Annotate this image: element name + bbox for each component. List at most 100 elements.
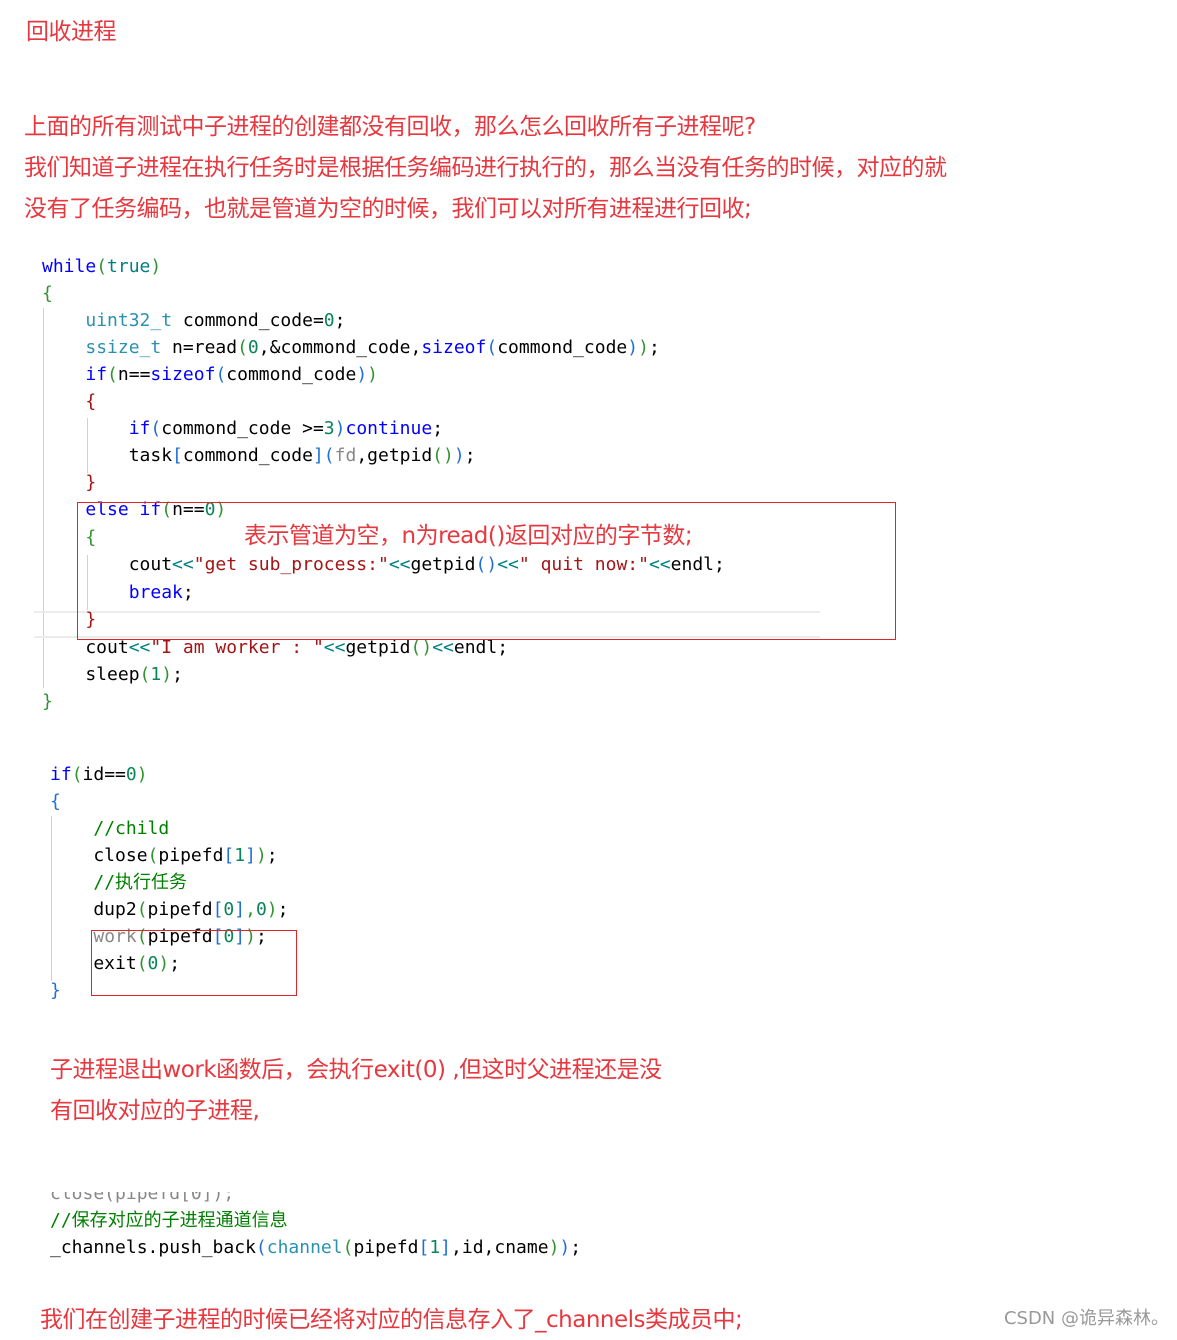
code-token: sizeof xyxy=(421,337,487,358)
code-token: ( xyxy=(147,845,159,866)
code-token: ) xyxy=(161,663,173,685)
code-line: ssize_t n=read(0,&commond_code,sizeof(co… xyxy=(42,334,725,361)
code-token: ) xyxy=(548,1237,560,1258)
code-token: if xyxy=(50,764,72,785)
code-token: ( xyxy=(237,337,248,358)
code-block-channels: close(pipefd[0]); //保存对应的子进程通道信息 _channels… xyxy=(50,1192,581,1261)
code-token: true xyxy=(107,256,151,277)
code-token: //执行任务 xyxy=(93,872,188,893)
code-token: 3 xyxy=(323,418,335,439)
code-token: 0 xyxy=(125,764,137,785)
highlight-box xyxy=(91,930,297,996)
code-token: continue xyxy=(345,418,433,439)
code-token: 1 xyxy=(429,1237,441,1258)
code-token: ] xyxy=(312,445,324,466)
code-token: { xyxy=(50,791,61,812)
code-token: ) xyxy=(356,364,368,385)
code-line: _channels.push_back(channel(pipefd[1],id… xyxy=(50,1234,581,1261)
code-token: uint32_t xyxy=(85,310,173,331)
code-line: sleep(1); xyxy=(42,661,725,688)
watermark: CSDN @诡异森林。 xyxy=(1003,1308,1169,1329)
code-token: { xyxy=(85,391,97,412)
code-token: ( xyxy=(136,899,148,920)
code-line: if(commond_code >=3)continue; xyxy=(42,415,725,442)
code-token: ) xyxy=(266,899,278,920)
code-token: ] xyxy=(245,845,256,866)
code-token: [ xyxy=(418,1237,430,1258)
code-token: if xyxy=(85,364,108,385)
code-token: ; xyxy=(570,1237,582,1258)
code-line: } xyxy=(42,688,725,715)
code-line: if(n==sizeof(commond_code)) xyxy=(42,361,725,388)
code-token: ( xyxy=(150,418,162,439)
code-line: { xyxy=(42,388,725,415)
code-token: ) xyxy=(136,764,148,785)
code-token: ,&commond_code, xyxy=(258,337,422,358)
code-token: _channels.push_back xyxy=(50,1237,256,1258)
code-token: } xyxy=(50,980,61,1001)
code-token: fd xyxy=(334,445,357,466)
code-token: //保存对应的子进程通道信息 xyxy=(50,1210,288,1231)
code-token: 0 xyxy=(247,337,259,358)
code-clip: close(pipefd[0]); //保存对应的子进程通道信息 _channels… xyxy=(0,1192,700,1282)
code-token: close xyxy=(50,845,148,866)
intro-line-2: 我们知道子进程在执行任务时是根据任务编码进行执行的，那么当没有任务的时候，对应的… xyxy=(24,155,947,181)
code-token: [ xyxy=(223,845,235,866)
code-token: ) xyxy=(334,418,346,439)
code-token: , xyxy=(245,899,256,920)
code-line: { xyxy=(42,280,725,307)
code-token: //child xyxy=(93,818,170,839)
code-token: ( xyxy=(71,764,83,785)
code-token: ] xyxy=(440,1237,452,1258)
code-token: commond_code xyxy=(497,337,628,358)
code-token: ( xyxy=(486,337,498,358)
code-token: 1 xyxy=(150,663,162,685)
section-title: 回收进程 xyxy=(26,19,117,45)
code-token: ; xyxy=(432,418,444,439)
code-token: ssize_t xyxy=(85,337,162,358)
code-token: pipefd xyxy=(147,899,213,920)
code-line: close(pipefd[1]); xyxy=(50,842,288,869)
code-line: while(true) xyxy=(42,253,725,280)
code-line: //child xyxy=(50,815,288,842)
code-token: ( xyxy=(139,663,151,685)
code-token: ) xyxy=(638,337,649,358)
code-token: ] xyxy=(234,899,246,920)
code-token: ; xyxy=(648,337,660,358)
code-line: dup2(pipefd[0],0); xyxy=(50,896,288,923)
code-token: commond_code >= xyxy=(161,418,324,439)
annotation-exit-line-2: 有回收对应的子进程, xyxy=(50,1098,260,1124)
code-token: task xyxy=(42,445,173,466)
code-token: ; xyxy=(266,845,278,866)
code-token: ,getpid xyxy=(356,445,433,466)
code-token: { xyxy=(42,283,53,304)
code-token: ( xyxy=(323,445,335,466)
code-line: //保存对应的子进程通道信息 xyxy=(50,1207,581,1234)
code-token: 1 xyxy=(234,845,246,866)
code-token: ( xyxy=(96,256,108,277)
code-token: ) xyxy=(627,337,639,358)
code-line: } xyxy=(42,469,725,496)
code-token: pipefd xyxy=(158,845,224,866)
code-token: ( xyxy=(107,364,118,385)
code-token: ; xyxy=(277,899,289,920)
intro-line-3: 没有了任务编码，也就是管道为空的时候，我们可以对所有进程进行回收; xyxy=(24,196,752,222)
code-token: [ xyxy=(212,899,224,920)
code-line: close(pipefd[0]); xyxy=(50,1192,581,1207)
code-token: ,id,cname xyxy=(451,1237,549,1258)
code-line: task[commond_code](fd,getpid()); xyxy=(42,442,725,469)
code-token: commond_code xyxy=(226,364,357,385)
code-token: 0 xyxy=(323,310,335,331)
code-token: dup2 xyxy=(50,899,137,920)
intro-line-1: 上面的所有测试中子进程的创建都没有回收，那么怎么回收所有子进程呢? xyxy=(24,114,756,140)
code-token: 0 xyxy=(223,899,235,920)
code-token: ; xyxy=(464,445,476,466)
